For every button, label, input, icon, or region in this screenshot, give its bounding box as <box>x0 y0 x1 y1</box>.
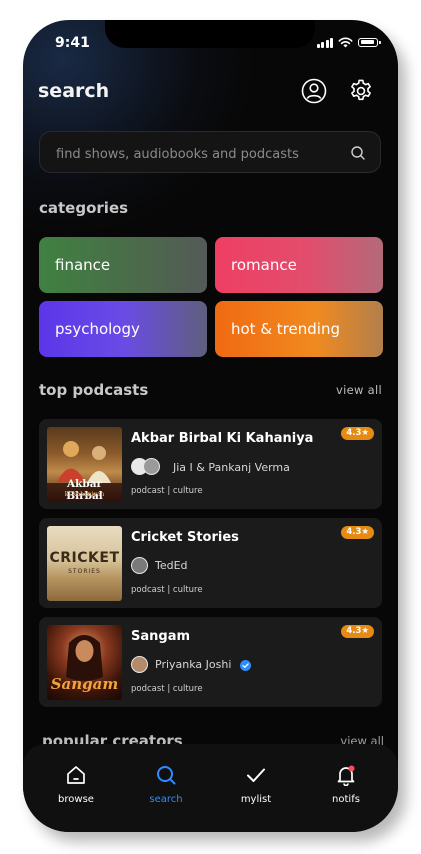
search-icon <box>157 766 176 785</box>
status-icons <box>316 37 381 48</box>
top-podcasts-title: top podcasts <box>39 381 149 399</box>
rating-value: 4.3 <box>346 527 362 537</box>
search-icon[interactable] <box>350 145 366 161</box>
podcast-card-akbar-birbal[interactable]: Akbar Birbal ki Kahaniyan Akbar Birbal K… <box>39 419 382 509</box>
categories-title: categories <box>39 199 129 217</box>
podcast-cover: CRICKET STORIES <box>47 526 122 601</box>
podcast-title: Akbar Birbal Ki Kahaniya <box>131 431 314 446</box>
author-avatar <box>131 557 148 574</box>
podcast-authors: TedEd <box>155 559 188 572</box>
rating-badge: 4.3★ <box>341 427 374 440</box>
podcast-cover: Sangam <box>47 625 122 700</box>
cover-subtitle: STORIES <box>68 568 101 575</box>
tab-mylist[interactable]: mylist <box>209 744 303 832</box>
author-avatar <box>131 656 148 673</box>
category-romance[interactable]: romance <box>215 237 383 293</box>
category-finance[interactable]: finance <box>39 237 207 293</box>
podcast-title: Sangam <box>131 629 191 644</box>
tab-notifs[interactable]: notifs <box>299 744 393 832</box>
status-time: 9:41 <box>55 35 90 51</box>
podcast-authors: Priyanka Joshi <box>155 658 232 671</box>
podcast-card-cricket-stories[interactable]: CRICKET STORIES Cricket Stories TedEd po… <box>39 518 382 608</box>
battery-icon <box>358 38 381 47</box>
bottom-tab-bar: browse search mylist notifs <box>23 744 398 832</box>
tab-search[interactable]: search <box>119 744 213 832</box>
top-podcasts-view-all-link[interactable]: view all <box>336 383 382 397</box>
cover-title: CRICKET <box>49 550 120 566</box>
rating-value: 4.3 <box>346 626 362 636</box>
cover-title: Akbar Birbal <box>66 478 103 502</box>
author-avatar <box>143 458 160 475</box>
podcast-tags: podcast | culture <box>131 486 203 496</box>
star-icon: ★ <box>361 626 369 636</box>
wifi-icon <box>338 37 353 48</box>
tab-label: search <box>149 794 183 805</box>
tab-browse[interactable]: browse <box>29 744 123 832</box>
phone-screen: 9:41 search categories finance romance p… <box>23 20 398 832</box>
check-icon <box>247 768 265 782</box>
star-icon: ★ <box>361 527 369 537</box>
signal-icon <box>316 37 333 48</box>
home-icon <box>67 766 85 784</box>
gear-icon[interactable] <box>348 78 374 104</box>
tab-label: browse <box>58 794 94 805</box>
cover-subtitle: ki Kahaniyan <box>64 491 105 498</box>
rating-badge: 4.3★ <box>341 625 374 638</box>
category-psychology[interactable]: psychology <box>39 301 207 357</box>
podcast-tags: podcast | culture <box>131 684 203 694</box>
star-icon: ★ <box>361 428 369 438</box>
search-bar[interactable] <box>39 131 381 176</box>
device-notch <box>105 20 315 48</box>
podcast-title: Cricket Stories <box>131 530 239 545</box>
podcast-authors: Jia I & Pankanj Verma <box>173 461 290 474</box>
rating-value: 4.3 <box>346 428 362 438</box>
bell-icon <box>337 765 355 786</box>
tab-label: mylist <box>240 794 272 805</box>
cover-title: Sangam <box>50 675 119 693</box>
tab-label: notifs <box>332 794 360 805</box>
podcast-card-sangam[interactable]: Sangam Sangam Priyanka Joshi podcast | c… <box>39 617 382 707</box>
search-input[interactable] <box>54 132 338 176</box>
rating-badge: 4.3★ <box>341 526 374 539</box>
podcast-cover: Akbar Birbal ki Kahaniyan <box>47 427 122 502</box>
page-title: search <box>38 80 110 102</box>
profile-icon[interactable] <box>301 78 327 104</box>
category-hot-trending[interactable]: hot & trending <box>215 301 383 357</box>
verified-icon <box>240 660 251 671</box>
podcast-tags: podcast | culture <box>131 585 203 595</box>
